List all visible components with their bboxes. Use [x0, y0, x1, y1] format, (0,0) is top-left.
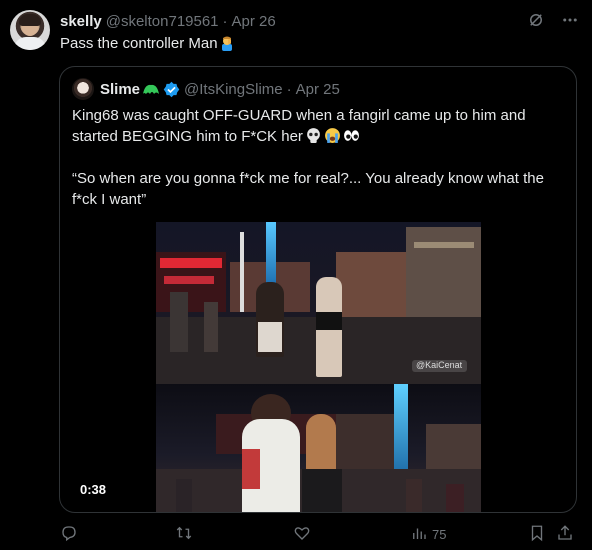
- video-frame-bottom: [156, 384, 481, 512]
- quoted-author-handle[interactable]: @ItsKingSlime: [184, 81, 283, 98]
- slime-emoji-icon: [142, 82, 160, 96]
- video-player[interactable]: @KaiCenat: [156, 222, 481, 512]
- views-icon: [410, 524, 428, 545]
- reply-icon: [60, 524, 78, 545]
- reply-button[interactable]: [60, 524, 82, 545]
- more-options-icon[interactable]: [560, 10, 580, 30]
- video-frame-top: @KaiCenat: [156, 222, 481, 384]
- quoted-header: Slime @ItsKingSlime · Apr 25: [72, 78, 340, 100]
- quoted-line-1: King68 was caught OFF-GUARD when a fangi…: [72, 107, 526, 124]
- quoted-line-3: “So when are you gonna f*ck me for real?…: [72, 170, 544, 187]
- post-date[interactable]: Apr 26: [232, 13, 276, 30]
- separator-dot: ·: [222, 12, 228, 30]
- post-text-content: Pass the controller Man: [60, 35, 218, 52]
- author-handle[interactable]: @skelton719561: [106, 13, 219, 30]
- skull-emoji-icon: [305, 127, 322, 144]
- bookmark-icon: [528, 524, 546, 545]
- views-button[interactable]: 75: [410, 524, 446, 545]
- repost-button[interactable]: [175, 524, 197, 545]
- man-facepalming-emoji-icon: [219, 35, 235, 51]
- eyes-emoji-icon: [343, 127, 360, 144]
- quoted-post[interactable]: Slime @ItsKingSlime · Apr 25 King68 was …: [59, 66, 577, 513]
- quoted-author-name[interactable]: Slime: [100, 81, 140, 98]
- quoted-separator-dot: ·: [286, 80, 292, 98]
- post-header: skelly @skelton719561 · Apr 26: [60, 11, 276, 31]
- repost-icon: [175, 524, 193, 545]
- grok-icon[interactable]: [526, 10, 546, 30]
- views-count: 75: [432, 527, 447, 542]
- heart-icon: [293, 524, 311, 545]
- share-icon: [556, 524, 574, 545]
- post-text: Pass the controller Man: [60, 34, 235, 54]
- verified-badge-icon: [163, 81, 180, 98]
- like-button[interactable]: [293, 524, 315, 545]
- bookmark-button[interactable]: [528, 524, 546, 545]
- loudly-crying-emoji-icon: [324, 127, 341, 144]
- top-right-icons: [526, 10, 580, 30]
- quoted-line-2: started BEGGING him to F*CK her: [72, 126, 568, 147]
- quoted-avatar[interactable]: [72, 78, 94, 100]
- share-button[interactable]: [556, 524, 574, 545]
- quoted-text: King68 was caught OFF-GUARD when a fangi…: [72, 105, 568, 210]
- quoted-date[interactable]: Apr 25: [296, 81, 340, 98]
- video-watermark: @KaiCenat: [416, 360, 463, 370]
- author-avatar[interactable]: [10, 10, 50, 50]
- post[interactable]: skelly @skelton719561 · Apr 26 Pass the …: [0, 0, 592, 550]
- action-bar: 75: [60, 524, 580, 546]
- author-name[interactable]: skelly: [60, 13, 102, 30]
- video-duration: 0:38: [75, 480, 112, 499]
- quoted-line-4: f*ck I want”: [72, 191, 147, 208]
- quoted-line-2-text: started BEGGING him to F*CK her: [72, 128, 303, 145]
